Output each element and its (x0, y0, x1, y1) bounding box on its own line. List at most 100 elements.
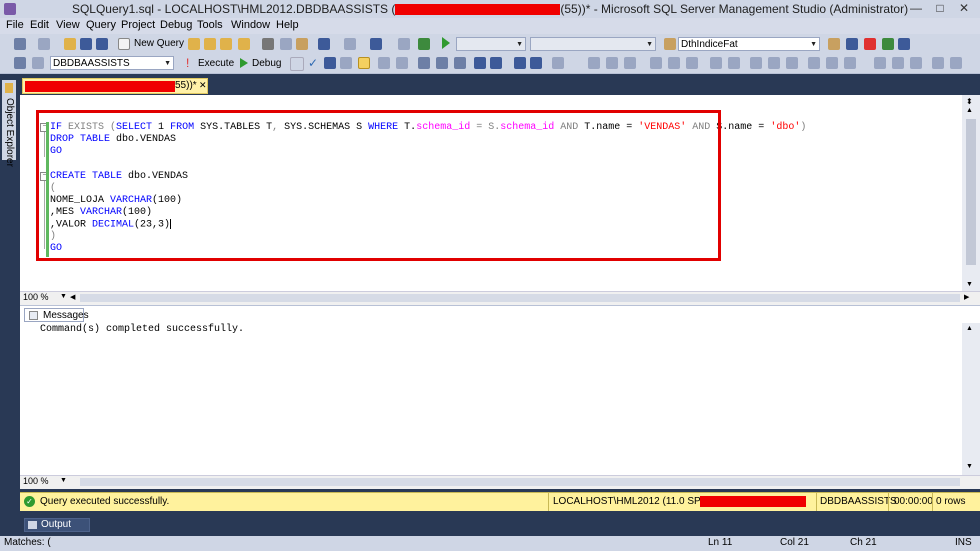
find-combo[interactable]: DthIndiceFat ▼ (678, 37, 820, 51)
menu-help[interactable]: Help (276, 19, 299, 31)
debug-toolbar-icon-16[interactable] (892, 57, 904, 69)
editor-scroll-thumb[interactable] (966, 119, 976, 265)
debug-toolbar-icon-11[interactable] (786, 57, 798, 69)
navigate-icon[interactable] (370, 38, 382, 50)
debug-toolbar-icon-19[interactable] (950, 57, 962, 69)
cancel-query-icon[interactable] (290, 57, 304, 71)
menu-view[interactable]: View (56, 19, 80, 31)
object-explorer-tab[interactable]: Object Explorer (2, 80, 16, 167)
save-all-icon[interactable] (96, 38, 108, 50)
query-icon-4[interactable] (238, 38, 250, 50)
debug-toolbar-icon-4[interactable] (650, 57, 662, 69)
hscroll-right-icon[interactable]: ▶ (964, 293, 969, 301)
results-zoom-dropdown-icon[interactable]: ▼ (60, 477, 67, 484)
redo-icon[interactable] (344, 38, 356, 50)
intellisense-icon[interactable] (358, 57, 370, 69)
execute-icon[interactable]: ! (186, 57, 196, 69)
minimize-button[interactable]: — (904, 1, 928, 16)
debug-toolbar-icon-6[interactable] (686, 57, 698, 69)
results-scroll-up-icon[interactable]: ▲ (966, 325, 973, 332)
debug-toolbar-icon-8[interactable] (728, 57, 740, 69)
query-designer-icon[interactable] (340, 57, 352, 69)
parse-icon[interactable]: ✓ (308, 56, 318, 70)
hscroll-left-icon[interactable]: ◀ (70, 293, 76, 303)
find-icon[interactable] (664, 38, 676, 50)
uncomment-icon[interactable] (490, 57, 502, 69)
toolbox-icon[interactable] (864, 38, 876, 50)
output-tab[interactable]: Output (24, 518, 90, 532)
increase-indent-icon[interactable] (530, 57, 542, 69)
debug-toolbar-icon-15[interactable] (874, 57, 886, 69)
close-window-button[interactable]: ✕ (952, 1, 976, 16)
editor-zoom-value[interactable]: 100 % (23, 292, 49, 302)
debug-toolbar-icon-14[interactable] (844, 57, 856, 69)
open-file-icon[interactable] (64, 38, 76, 50)
solution-configuration-select[interactable]: ▼ (456, 37, 526, 51)
paste-icon[interactable] (296, 38, 308, 50)
connect-icon[interactable] (14, 57, 26, 69)
maximize-button[interactable]: □ (928, 1, 952, 16)
menu-project[interactable]: Project (121, 19, 155, 31)
split-editor-icon[interactable]: ⬍ (966, 97, 973, 106)
properties-icon[interactable] (846, 38, 858, 50)
query-document-tab[interactable]: 55))* ✕ (22, 78, 208, 94)
display-plan-icon[interactable] (324, 57, 336, 69)
cut-icon[interactable] (262, 38, 274, 50)
menu-file[interactable]: File (6, 19, 24, 31)
menu-tools[interactable]: Tools (197, 19, 223, 31)
debug-toolbar-icon-3[interactable] (624, 57, 636, 69)
menu-debug[interactable]: Debug (160, 19, 192, 31)
debug-icon[interactable] (240, 58, 248, 68)
screen-icon[interactable] (418, 38, 430, 50)
solution-icon[interactable] (398, 38, 410, 50)
scroll-down-icon[interactable]: ▼ (966, 281, 973, 288)
debug-toolbar-icon-17[interactable] (910, 57, 922, 69)
add-item-icon[interactable] (38, 38, 50, 50)
debug-toolbar-icon-10[interactable] (768, 57, 780, 69)
comment-icon[interactable] (474, 57, 486, 69)
debug-toolbar-icon-1[interactable] (588, 57, 600, 69)
new-query-button[interactable]: New Query (134, 38, 184, 49)
find-files-icon[interactable] (828, 38, 840, 50)
debug-toolbar-icon-9[interactable] (750, 57, 762, 69)
menu-edit[interactable]: Edit (30, 19, 49, 31)
start-icon[interactable] (442, 37, 450, 49)
debug-toolbar-icon-5[interactable] (668, 57, 680, 69)
results-horizontal-scrollbar[interactable] (80, 478, 960, 486)
debug-toolbar-icon-2[interactable] (606, 57, 618, 69)
solution-platform-select[interactable]: ▼ (530, 37, 656, 51)
execute-button[interactable]: Execute (198, 58, 234, 69)
available-databases-select[interactable]: DBDBAASSISTS ▼ (50, 56, 174, 70)
new-project-icon[interactable] (14, 38, 26, 50)
options-icon[interactable] (882, 38, 894, 50)
query-icon-1[interactable] (188, 38, 200, 50)
results-text-icon[interactable] (418, 57, 430, 69)
window-icon[interactable] (898, 38, 910, 50)
save-icon[interactable] (80, 38, 92, 50)
tab-close-icon[interactable]: ✕ (199, 80, 207, 91)
specify-values-icon[interactable] (552, 57, 564, 69)
editor-horizontal-scrollbar[interactable] (80, 294, 960, 302)
undo-icon[interactable] (318, 38, 330, 50)
debug-toolbar-icon-18[interactable] (932, 57, 944, 69)
query-icon-3[interactable] (220, 38, 232, 50)
menu-query[interactable]: Query (86, 19, 116, 31)
editor-zoom-dropdown-icon[interactable]: ▼ (60, 293, 67, 300)
query-icon-2[interactable] (204, 38, 216, 50)
change-connection-icon[interactable] (32, 57, 44, 69)
editor-vertical-scrollbar[interactable]: ⬍ ▲ ▼ (962, 95, 980, 293)
results-file-icon[interactable] (454, 57, 466, 69)
copy-icon[interactable] (280, 38, 292, 50)
results-vertical-scrollbar[interactable]: ▲ ▼ (962, 323, 980, 475)
debug-button[interactable]: Debug (252, 58, 281, 69)
include-plan-icon[interactable] (378, 57, 390, 69)
results-scroll-down-icon[interactable]: ▼ (966, 463, 973, 470)
debug-toolbar-icon-7[interactable] (710, 57, 722, 69)
new-query-icon[interactable] (118, 38, 130, 50)
messages-tab[interactable]: Messages (24, 308, 89, 322)
scroll-up-icon[interactable]: ▲ (966, 107, 973, 114)
menu-window[interactable]: Window (231, 19, 270, 31)
results-zoom-value[interactable]: 100 % (23, 476, 49, 486)
decrease-indent-icon[interactable] (514, 57, 526, 69)
debug-toolbar-icon-12[interactable] (808, 57, 820, 69)
